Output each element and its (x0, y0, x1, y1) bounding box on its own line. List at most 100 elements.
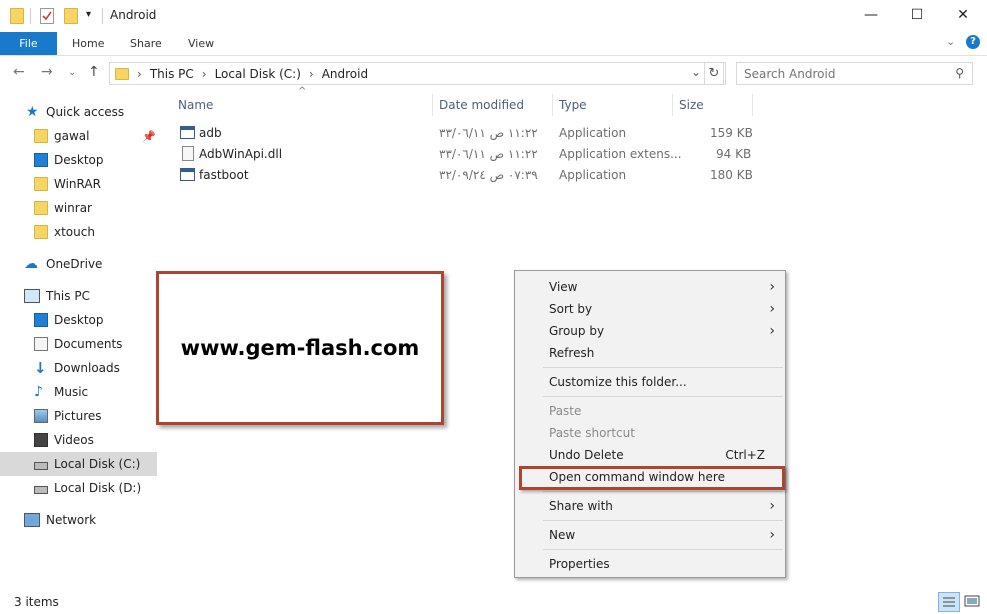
sidebar-item-label: xtouch (54, 225, 95, 239)
maximize-button[interactable]: ☐ (894, 0, 940, 30)
menu-item-group-by[interactable]: Group by › (515, 320, 785, 342)
sidebar-item-winrar[interactable]: WinRAR (0, 172, 157, 196)
menu-item-undo-delete[interactable]: Undo Delete Ctrl+Z (515, 444, 785, 466)
address-dropdown-icon[interactable]: ⌄ (691, 65, 701, 79)
column-header-date[interactable]: Date modified (439, 98, 524, 112)
file-date: ٠٧:٣٩ ص ٣٢/٠٩/٢٤ (439, 168, 538, 182)
table-row[interactable]: fastboot ٠٧:٣٩ ص ٣٢/٠٩/٢٤ Application 18… (176, 165, 776, 186)
details-view-icon[interactable] (938, 592, 960, 612)
menu-item-label: Properties (549, 557, 610, 571)
menu-item-label: Paste shortcut (549, 426, 635, 440)
menu-item-share-with[interactable]: Share with › (515, 495, 785, 517)
menu-separator (543, 367, 783, 368)
up-arrow-icon[interactable]: ↑ (88, 64, 100, 80)
large-icons-view-icon[interactable] (962, 592, 982, 612)
tab-file[interactable]: File (0, 32, 57, 55)
table-row[interactable]: adb ١١:٢٢ ص ٣٣/٠٦/١١ Application 159 KB (176, 123, 776, 144)
address-bar[interactable]: › This PC › Local Disk (C:) › Android ⌄ (109, 62, 726, 85)
chevron-right-icon: › (769, 279, 775, 295)
sidebar-item-videos[interactable]: Videos (0, 428, 157, 452)
column-divider[interactable] (552, 94, 553, 116)
menu-item-label: Group by (549, 324, 605, 338)
search-icon[interactable]: ⚲ (955, 66, 964, 80)
tab-share[interactable]: Share (116, 32, 176, 55)
tab-view[interactable]: View (174, 32, 228, 55)
menu-separator (543, 549, 783, 550)
table-row[interactable]: AdbWinApi.dll ١١:٢٢ ص ٣٣/٠٦/١١ Applicati… (176, 144, 776, 165)
recent-chevron-icon[interactable]: ⌄ (68, 67, 76, 78)
close-button[interactable]: ✕ (940, 0, 986, 30)
breadcrumb-android[interactable]: Android (322, 67, 368, 81)
desktop-icon (34, 153, 48, 167)
sidebar-item-xtouch[interactable]: xtouch (0, 220, 157, 244)
column-divider[interactable] (672, 94, 673, 116)
sidebar-item-pictures[interactable]: Pictures (0, 404, 157, 428)
sidebar-item-pc-desktop[interactable]: Desktop (0, 308, 157, 332)
sidebar-item-label: WinRAR (54, 177, 101, 191)
sidebar-item-winrar-lower[interactable]: winrar (0, 196, 157, 220)
sidebar-item-local-disk-c[interactable]: Local Disk (C:) (0, 452, 157, 476)
help-icon[interactable]: ? (966, 35, 980, 49)
sidebar-item-this-pc[interactable]: This PC (0, 284, 157, 308)
status-bar: 3 items (0, 590, 987, 614)
search-box[interactable]: ⚲ (736, 62, 973, 85)
pictures-icon (34, 409, 48, 423)
new-folder-icon[interactable] (64, 8, 78, 24)
sidebar-item-local-disk-d[interactable]: Local Disk (D:) (0, 476, 157, 500)
title-bar: ▾ Android — ☐ ✕ (0, 0, 987, 32)
menu-item-sort-by[interactable]: Sort by › (515, 298, 785, 320)
sidebar-item-label: OneDrive (46, 257, 103, 271)
sidebar-item-music[interactable]: ♪ Music (0, 380, 157, 404)
shortcut-label: Ctrl+Z (725, 448, 765, 462)
back-arrow-icon[interactable]: ← (13, 64, 25, 80)
sidebar-item-label: winrar (54, 201, 92, 215)
column-header-type[interactable]: Type (559, 98, 587, 112)
file-name: AdbWinApi.dll (199, 147, 283, 161)
menu-item-label: Share with (549, 499, 613, 513)
menu-item-view[interactable]: View › (515, 276, 785, 298)
sidebar-item-network[interactable]: Network (0, 508, 157, 532)
breadcrumb-this-pc[interactable]: This PC (150, 67, 194, 81)
sidebar-item-label: Network (46, 513, 97, 527)
address-row: ← → ⌄ ↑ › This PC › Local Disk (C:) › An… (0, 57, 987, 90)
dll-icon (182, 146, 194, 161)
column-header-name[interactable]: Name (178, 98, 213, 112)
minimize-button[interactable]: — (848, 0, 894, 30)
menu-item-label: Undo Delete (549, 448, 624, 462)
chevron-down-icon[interactable]: ⌄ (946, 35, 955, 48)
menu-item-label: Refresh (549, 346, 595, 360)
menu-item-label: View (549, 280, 578, 294)
pin-icon[interactable]: 📌 (142, 130, 156, 143)
ribbon-tabs: File Home Share View ⌄ ? (0, 32, 987, 56)
window-title: Android (110, 8, 157, 22)
file-date: ١١:٢٢ ص ٣٣/٠٦/١١ (439, 147, 538, 161)
network-icon (24, 513, 40, 527)
forward-arrow-icon[interactable]: → (41, 64, 53, 80)
search-input[interactable] (744, 66, 944, 81)
desktop-icon (34, 313, 48, 327)
menu-item-properties[interactable]: Properties (515, 553, 785, 575)
sidebar-item-onedrive[interactable]: ☁ OneDrive (0, 252, 157, 276)
divider (30, 8, 31, 24)
properties-check-icon[interactable] (40, 8, 54, 24)
column-divider[interactable] (752, 94, 753, 116)
chevron-right-icon: › (769, 498, 775, 514)
refresh-icon[interactable]: ↻ (704, 62, 724, 85)
menu-item-customize[interactable]: Customize this folder... (515, 371, 785, 393)
customize-qat-icon[interactable]: ▾ (86, 9, 91, 20)
sidebar-item-quick-access[interactable]: ★ Quick access (0, 100, 157, 124)
sidebar-item-desktop[interactable]: Desktop (0, 148, 157, 172)
breadcrumb-local-disk[interactable]: Local Disk (C:) (215, 67, 301, 81)
column-header-size[interactable]: Size (679, 98, 704, 112)
folder-icon (10, 8, 24, 24)
tab-home[interactable]: Home (58, 32, 118, 55)
folder-icon (34, 177, 48, 191)
menu-item-refresh[interactable]: Refresh (515, 342, 785, 364)
menu-item-new[interactable]: New › (515, 524, 785, 546)
sidebar-item-gawal[interactable]: gawal 📌 (0, 124, 157, 148)
sidebar-item-documents[interactable]: Documents (0, 332, 157, 356)
column-divider[interactable] (432, 94, 433, 116)
sidebar-item-downloads[interactable]: ↓ Downloads (0, 356, 157, 380)
folder-icon (34, 201, 48, 215)
menu-separator (543, 520, 783, 521)
